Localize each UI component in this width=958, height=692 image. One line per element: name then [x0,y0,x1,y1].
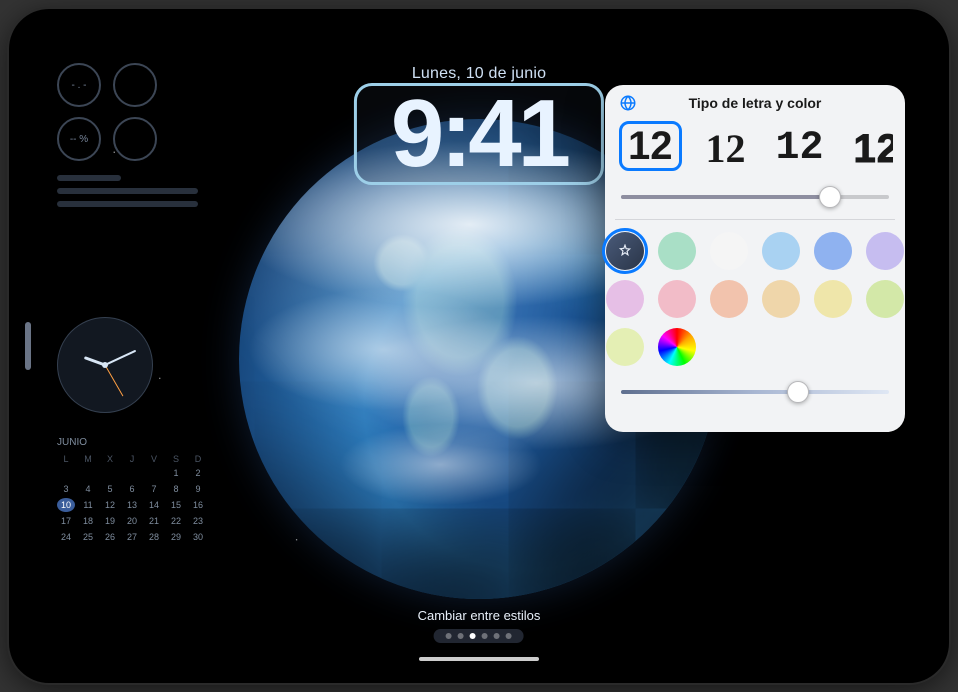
calendar-day[interactable]: 11 [79,498,97,512]
color-swatch-sky[interactable] [762,232,800,270]
calendar-day[interactable]: 12 [101,498,119,512]
calendar-weekday: S [167,452,185,466]
color-swatch-lavender[interactable] [866,232,904,270]
calendar-day[interactable]: 28 [145,530,163,544]
color-swatch-blue[interactable] [814,232,852,270]
color-swatch-butter[interactable] [814,280,852,318]
style-switcher-label: Cambiar entre estilos [418,608,541,623]
calendar-weekday: L [57,452,75,466]
lock-screen: Lunes, 10 de junio 9:41 - . - -- % JUNIO [23,23,935,669]
calendar-weekday: D [189,452,207,466]
calendar-day[interactable]: 29 [167,530,185,544]
font-sample-1[interactable]: 12 [700,127,752,171]
calendar-day[interactable]: 8 [167,482,185,496]
style-switcher[interactable]: Cambiar entre estilos [418,608,541,643]
globe-icon[interactable] [617,92,639,114]
calendar-day[interactable]: 19 [101,514,119,528]
color-swatch-celery[interactable] [606,328,644,366]
popover-title: Tipo de letra y color [689,95,822,111]
style-dot[interactable] [458,633,464,639]
calendar-day[interactable]: 16 [189,498,207,512]
calendar-day[interactable]: 4 [79,482,97,496]
style-dot[interactable] [446,633,452,639]
ipad-frame: Lunes, 10 de junio 9:41 - . - -- % JUNIO [9,9,949,683]
color-swatch-dynamic[interactable] [606,232,644,270]
calendar-day[interactable]: 17 [57,514,75,528]
font-picker-row: 12 12 12 12 [617,117,893,181]
font-sample-3[interactable]: 12 [848,127,893,171]
calendar-day[interactable]: 3 [57,482,75,496]
color-swatch-white[interactable] [710,232,748,270]
style-dots [434,629,524,643]
vibrance-slider[interactable] [621,380,889,404]
color-swatch-mauve[interactable] [606,280,644,318]
font-weight-slider[interactable] [621,185,889,209]
calendar-day[interactable]: 9 [189,482,207,496]
calendar-day[interactable]: 23 [189,514,207,528]
calendar-day[interactable]: 26 [101,530,119,544]
lock-clock-time: 9:41 [391,86,567,182]
calendar-day[interactable]: 25 [79,530,97,544]
color-swatch-lime[interactable] [866,280,904,318]
calendar-weekday: V [145,452,163,466]
color-grid [617,232,893,366]
precip-widget[interactable]: -- % [57,117,101,161]
calendar-day[interactable]: 10 [57,498,75,512]
calendar-day[interactable]: 6 [123,482,141,496]
style-dot[interactable] [494,633,500,639]
style-dot[interactable] [506,633,512,639]
calendar-widget[interactable]: JUNIO LMXJVSD 12345678910111213141516171… [57,437,217,544]
calendar-day[interactable]: 18 [79,514,97,528]
color-swatch-peach[interactable] [710,280,748,318]
color-swatch-rainbow[interactable] [658,328,696,366]
sunrise-widget[interactable] [113,63,157,107]
lock-clock[interactable]: 9:41 [354,83,604,185]
calendar-day[interactable]: 30 [189,530,207,544]
calendar-day[interactable]: 5 [101,482,119,496]
widgets-column: - . - -- % JUNIO LMXJVSD 123456789101112… [57,63,217,544]
style-dot[interactable] [470,633,476,639]
text-widget-placeholder[interactable] [57,175,217,207]
calendar-day[interactable]: 20 [123,514,141,528]
calendar-weekday: X [101,452,119,466]
calendar-day[interactable]: 15 [167,498,185,512]
calendar-month: JUNIO [57,437,217,448]
calendar-day[interactable]: 14 [145,498,163,512]
home-indicator[interactable] [419,657,539,661]
calendar-day[interactable]: 21 [145,514,163,528]
calendar-day[interactable]: 1 [167,466,185,480]
calendar-day[interactable]: 27 [123,530,141,544]
color-swatch-sand[interactable] [762,280,800,318]
font-sample-2[interactable]: 12 [770,127,830,171]
calendar-weekday: J [123,452,141,466]
analog-clock-widget[interactable] [57,317,153,413]
calendar-day[interactable]: 13 [123,498,141,512]
divider [615,219,895,220]
activity-widget[interactable]: - . - [57,63,101,107]
color-swatch-pink[interactable] [658,280,696,318]
font-color-popover: Tipo de letra y color 12 12 12 12 [605,85,905,432]
calendar-day[interactable]: 22 [167,514,185,528]
calendar-weekday: M [79,452,97,466]
calendar-day[interactable]: 7 [145,482,163,496]
side-indicator [25,322,31,370]
color-swatch-mint[interactable] [658,232,696,270]
font-sample-0[interactable]: 12 [619,121,682,171]
calendar-day[interactable]: 2 [189,466,207,480]
style-dot[interactable] [482,633,488,639]
calendar-day[interactable]: 24 [57,530,75,544]
empty-widget[interactable] [113,117,157,161]
